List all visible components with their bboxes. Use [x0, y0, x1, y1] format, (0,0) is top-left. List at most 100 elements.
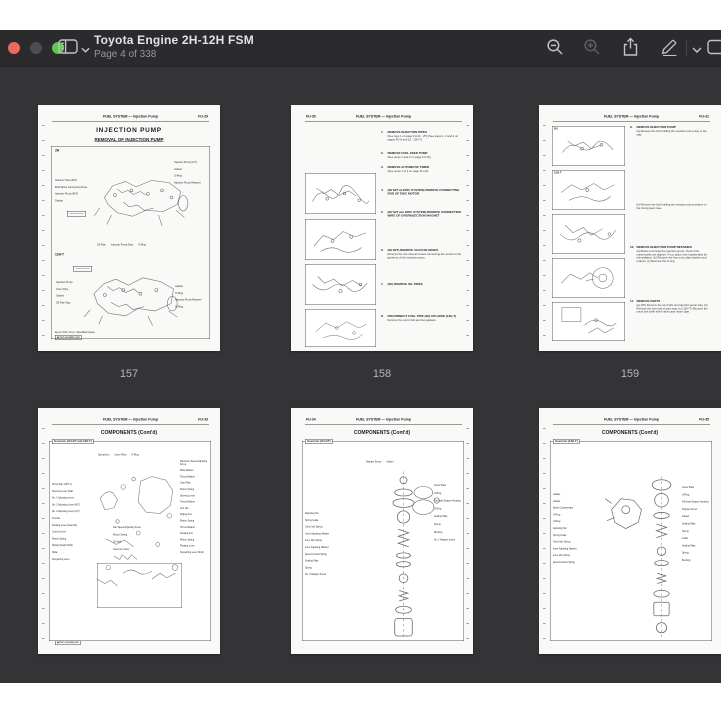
window-subtitle: Page 4 of 338 — [94, 49, 254, 61]
step-text: (a) Before removing the injection pump, … — [637, 250, 711, 263]
step-heading: REMOVE INJECTION PUMP RETAINER — [637, 246, 711, 250]
page-157-content: FUEL SYSTEM — Injection Pump FU-29 INJEC… — [38, 105, 220, 351]
preview-window: Toyota Engine 2H-12H FSM Page 4 of 338 — [0, 30, 721, 683]
part-label: Gasket — [55, 199, 95, 202]
figure-variant-label: Governor (12H-T) — [553, 439, 580, 444]
part-label: Supporting Lever — [52, 558, 83, 561]
part-labels: Injection Pump (A/T)GasketO-RingInjectio… — [174, 161, 207, 188]
part-label: Injection Pump (M/T) — [55, 193, 95, 196]
instruction-step: 8. DISCONNECT FUEL PIPE (2H) OR HOSE (12… — [381, 315, 465, 322]
page-ref: FU-33 — [198, 418, 208, 422]
step-text: (See step 1 on page FU-21 : 2H) (See ste… — [388, 135, 466, 142]
part-label: Spring Arm — [98, 454, 109, 457]
step-number: 1. — [381, 131, 388, 134]
step-text: Remove the two vacuum hoses connecting t… — [388, 253, 466, 260]
part-label: Speed Control Spring — [553, 561, 586, 564]
page-thumbnail-158[interactable]: FU-30 FUEL SYSTEM — Injection Pump — [291, 105, 473, 351]
thumbnail-grid: 153 154 155 FUEL SYSTEM — Injection Pump… — [0, 66, 721, 683]
header-rule — [52, 424, 209, 425]
close-button[interactable] — [8, 42, 20, 54]
sidebar-toggle-button[interactable] — [57, 36, 91, 60]
instruction-step: 11. REMOVE PARTS (a) (2H) Remove the two… — [630, 300, 710, 314]
page-thumbnail-161[interactable]: FUEL SYSTEM — Injection Pump FU-33 COMPO… — [38, 408, 220, 654]
binder-marks — [42, 428, 45, 643]
part-labels: GasketGasketBoost CompensatorO-RingO-Rin… — [553, 493, 586, 568]
instruction-step: 6. (2H M/T) REMOVE VACUUM HOSES Remove t… — [381, 249, 465, 260]
part-label: Sealing Plate — [305, 560, 340, 563]
part-label: Oil Pipe Stay — [56, 301, 91, 304]
part-label: Steering Lever — [180, 494, 209, 497]
part-labels: Spring ArmCover PlateO-Ring — [98, 449, 203, 460]
share-button[interactable] — [618, 36, 642, 60]
figure-line-art — [553, 303, 625, 341]
step-text: (See steps 1 and 2 on page FU-16) — [388, 156, 466, 159]
part-label: Sealing Plate — [434, 515, 463, 518]
figure-line-art — [553, 127, 625, 166]
figure-box — [552, 214, 625, 254]
part-label: Dogleg Arm — [180, 513, 209, 516]
section-title: COMPONENTS (Cont'd) — [291, 430, 473, 436]
chevron-down-icon — [81, 41, 90, 56]
part-label: No. 1 Adjusting Lever — [52, 497, 83, 500]
torque-legend: kg-cm (ft-lb, N·m) : Specified torque — [55, 331, 95, 334]
part-label: Cam Plate — [180, 482, 209, 485]
zoom-in-button[interactable] — [580, 36, 604, 60]
part-labels: Idle Speed Adjusting ScrewReturn SpringO… — [113, 526, 148, 555]
part-labels: Oil PipeInjection Pump StayO-Ring — [97, 239, 207, 250]
part-label: Sliding Weight Shaft — [52, 544, 83, 547]
step-number: 2. — [381, 152, 388, 155]
markup-button[interactable] — [656, 36, 682, 60]
minimize-button[interactable] — [30, 42, 42, 54]
part-label: Collar — [682, 537, 711, 540]
page-thumbnail-162[interactable]: FU-34 FUEL SYSTEM — Injection Pump COMPO… — [291, 408, 473, 654]
part-label: Vacuum Hose (M/T) — [55, 179, 95, 182]
part-label: O-Ring — [553, 520, 586, 523]
figure-line-art — [306, 174, 376, 214]
page-thumbnail-163[interactable]: FUEL SYSTEM — Injection Pump FU-35 COMPO… — [539, 408, 721, 654]
part-label: Cover Plate — [682, 486, 711, 489]
part-label: Thrust Washer — [180, 475, 209, 478]
part-label: No. 2 Adapter Screw — [305, 573, 340, 576]
window-title: Toyota Engine 2H-12H FSM — [94, 34, 254, 48]
figure-box — [305, 173, 376, 214]
step-number: 5. — [381, 211, 388, 214]
step-text: Remove the union bolt and two gaskets. — [388, 319, 466, 322]
clipped-toolbar-button[interactable] — [707, 36, 721, 60]
markup-menu-chevron[interactable] — [689, 36, 705, 60]
figure-line-art — [553, 171, 625, 210]
step-number: 10. — [630, 246, 637, 249]
sidebar-icon — [58, 39, 78, 57]
screenshot-canvas: Toyota Engine 2H-12H FSM Page 4 of 338 — [0, 0, 721, 721]
figure-box: 2H — [552, 126, 625, 166]
binder-marks — [467, 125, 470, 340]
instruction-step: 7. (2H) REMOVE OIL PIPES — [381, 283, 465, 287]
step-heading: REMOVE INJECTION PIPES — [388, 131, 466, 135]
step-heading: (2H) REMOVE OIL PIPES — [388, 283, 466, 287]
zoom-out-button[interactable] — [543, 36, 567, 60]
part-label: Full-load Stopper Housing — [434, 500, 463, 503]
nonreusable-legend: ◆ Non-reusable part — [55, 335, 82, 340]
step-heading: DISCONNECT FUEL PIPE (2H) OR HOSE (12H-T… — [388, 315, 466, 319]
step-text: (See steps 1 to 9 on page FU-22) — [388, 170, 466, 173]
step-number: 8. — [381, 315, 388, 318]
part-label: Return Spring — [113, 533, 148, 536]
header-rule — [553, 121, 710, 122]
part-label: Floating Lever — [180, 545, 209, 548]
header-rule — [52, 121, 209, 122]
page-ref: FU-31 — [699, 115, 709, 119]
part-label: Return Spring — [52, 537, 83, 540]
sub-assembly-frame — [97, 563, 182, 608]
figure-variant-label: 12H-T — [554, 172, 562, 175]
part-label: Spring — [434, 523, 463, 526]
page-thumbnail-157[interactable]: FUEL SYSTEM — Injection Pump FU-29 INJEC… — [38, 105, 220, 351]
part-label: O-Ring — [175, 292, 207, 295]
part-labels: Maximum Speed Adjusting ScrewPlate Washe… — [180, 460, 209, 557]
figure-variant-label: 2H — [55, 149, 59, 153]
part-label: Spring Guide — [305, 519, 340, 522]
page-162-content: FU-34 FUEL SYSTEM — Injection Pump COMPO… — [291, 408, 473, 654]
page-161-content: FUEL SYSTEM — Injection Pump FU-33 COMPO… — [38, 408, 220, 654]
part-label: Gasket — [386, 461, 393, 464]
part-label: Sealing Plate — [682, 544, 711, 547]
part-label: Sealing Plate — [682, 522, 711, 525]
page-thumbnail-159[interactable]: FUEL SYSTEM — Injection Pump FU-31 2H 12… — [539, 105, 721, 351]
